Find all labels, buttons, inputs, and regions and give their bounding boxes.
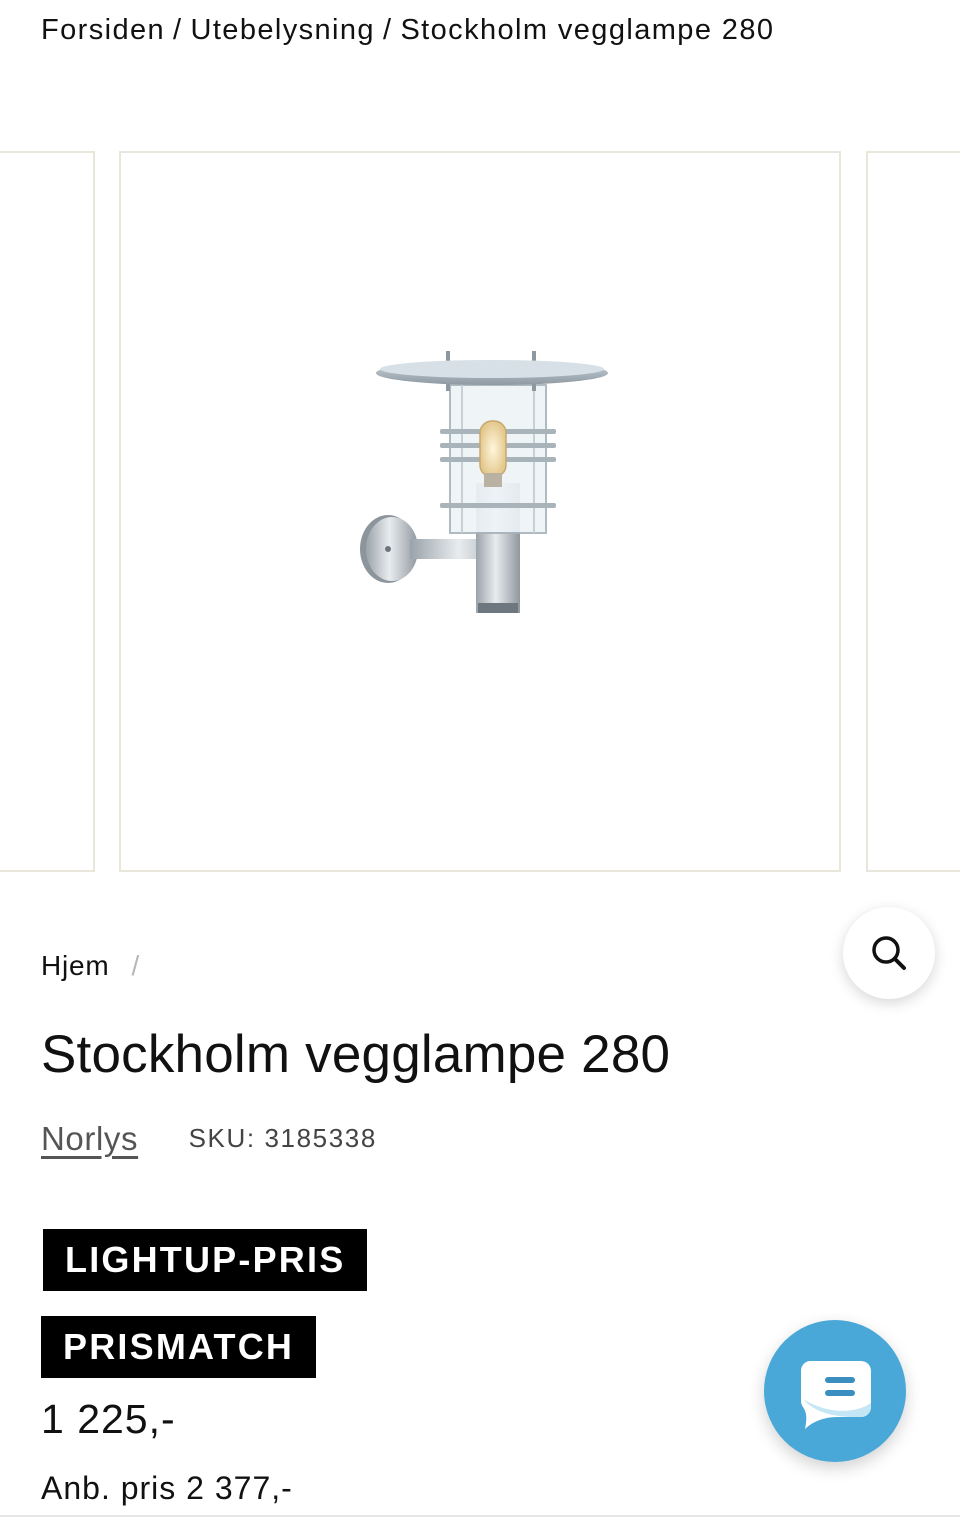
product-meta: Norlys SKU: 3185338 — [41, 1120, 377, 1158]
breadcrumb-separator: / — [131, 950, 141, 981]
product-image — [360, 351, 608, 613]
divider — [0, 1515, 960, 1517]
product-breadcrumb: Hjem / — [41, 950, 140, 982]
search-icon — [872, 936, 906, 970]
brand-link[interactable]: Norlys — [41, 1120, 138, 1157]
chat-bubble-icon — [800, 1361, 871, 1429]
breadcrumb-item-category[interactable]: Utebelysning — [191, 14, 375, 46]
product-title: Stockholm vegglampe 280 — [41, 1025, 671, 1084]
product-price: 1 225,- — [41, 1396, 176, 1442]
breadcrumb: Forsiden / Utebelysning / Stockholm vegglamp… — [41, 14, 774, 47]
zoom-button[interactable] — [843, 907, 935, 999]
badge-prismatch: PRISMATCH — [41, 1316, 317, 1378]
gallery-slide-previous[interactable] — [0, 151, 95, 872]
gallery-slide-next[interactable] — [866, 151, 960, 872]
recommended-price: Anb. pris 2 377,- — [41, 1470, 293, 1506]
breadcrumb-home-link[interactable]: Hjem — [41, 950, 110, 981]
chat-button[interactable] — [764, 1320, 906, 1462]
breadcrumb-separator: / — [382, 14, 393, 46]
product-sku: SKU: 3185338 — [188, 1123, 377, 1153]
breadcrumb-item-home[interactable]: Forsiden — [41, 14, 165, 46]
badge-lightup-pris: LIGHTUP-PRIS — [43, 1229, 368, 1291]
breadcrumb-separator: / — [173, 14, 183, 46]
gallery-slide-main[interactable] — [119, 151, 935, 999]
breadcrumb-item-current: Stockholm vegglampe 280 — [400, 14, 775, 46]
